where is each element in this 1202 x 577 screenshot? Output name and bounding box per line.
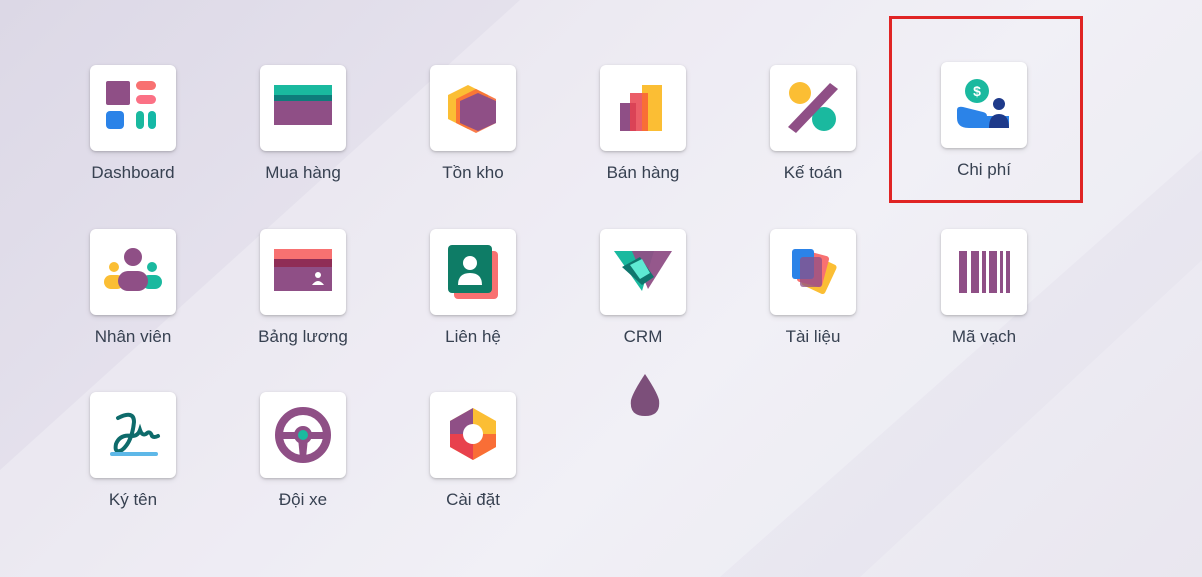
highlight-box [889,16,1083,203]
app-crm[interactable]: CRM [558,229,728,379]
app-label: Liên hệ [445,327,501,346]
app-dashboard[interactable]: Dashboard [48,65,218,215]
crm-handshake-icon [600,229,686,315]
signature-icon [90,392,176,478]
app-contacts[interactable]: Liên hệ [388,229,558,379]
dashboard-icon [90,65,176,151]
inventory-box-icon [430,65,516,151]
loading-drop-icon [630,374,660,416]
app-documents[interactable]: Tài liệu [728,229,898,379]
payroll-card-icon [260,229,346,315]
app-label: Kế toán [783,163,843,182]
sales-chart-icon [600,65,686,151]
app-label: Nhân viên [94,327,172,346]
barcode-icon [941,229,1027,315]
steering-wheel-icon [260,392,346,478]
app-label: Mã vạch [951,327,1017,346]
app-label: Dashboard [91,163,175,182]
app-settings[interactable]: Cài đặt [388,392,558,542]
app-label: Bảng lương [258,327,348,346]
app-label: Ký tên [108,490,158,509]
app-sales[interactable]: Bán hàng [558,65,728,215]
app-employees[interactable]: Nhân viên [48,229,218,379]
app-purchase[interactable]: Mua hàng [218,65,388,215]
settings-gear-icon [430,392,516,478]
purchase-card-icon [260,65,346,151]
app-accounting[interactable]: Kế toán [728,65,898,215]
app-payroll[interactable]: Bảng lương [218,229,388,379]
app-label: Đội xe [278,490,328,509]
app-fleet[interactable]: Đội xe [218,392,388,542]
app-label: Tài liệu [785,327,841,346]
app-label: Cài đặt [446,490,500,509]
documents-icon [770,229,856,315]
app-inventory[interactable]: Tồn kho [388,65,558,215]
app-label: Bán hàng [606,163,680,182]
employees-icon [90,229,176,315]
app-label: CRM [623,327,663,346]
app-label: Tồn kho [442,163,504,182]
contacts-icon [430,229,516,315]
accounting-percent-icon [770,65,856,151]
app-label: Mua hàng [265,163,341,182]
app-sign[interactable]: Ký tên [48,392,218,542]
app-barcode[interactable]: Mã vạch [899,229,1069,379]
